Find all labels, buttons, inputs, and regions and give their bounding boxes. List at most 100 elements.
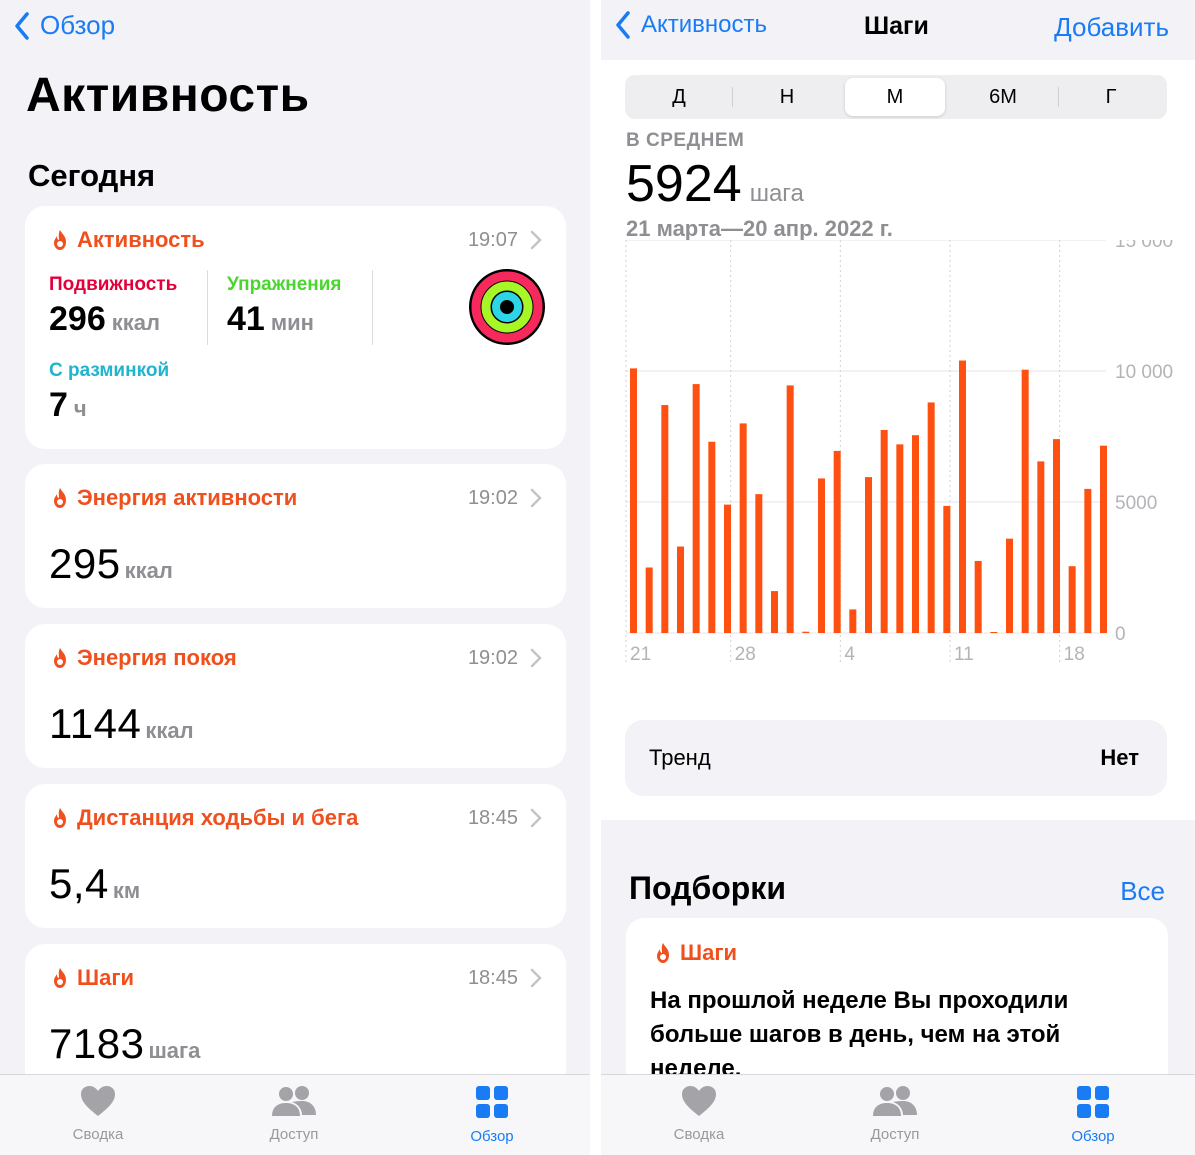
tab-sharing[interactable]: Доступ	[234, 1085, 354, 1143]
show-all-link[interactable]: Все	[1120, 876, 1165, 907]
bar	[724, 504, 731, 633]
average-number: 5924	[626, 155, 742, 213]
activity-card[interactable]: Активность 19:07 Подвижность 296 ккал Упр…	[25, 206, 566, 449]
y-tick-label: 10 000	[1115, 362, 1173, 383]
bar	[1100, 445, 1107, 633]
bar	[708, 441, 716, 633]
chevron-right-icon	[530, 968, 542, 988]
chart-panel: Д Н М 6М Г В СРЕДНЕМ 5924 шага 21 марта—2…	[601, 60, 1195, 820]
active-energy-card[interactable]: Энергия активности 19:02 295 ккал	[25, 464, 566, 608]
highlight-header: Шаги	[654, 940, 737, 966]
highlight-title: Шаги	[680, 940, 738, 965]
bar	[927, 402, 935, 633]
card-value: 5,4 км	[49, 860, 140, 908]
trend-row[interactable]: Тренд Нет	[625, 720, 1167, 796]
highlights-title: Подборки	[629, 870, 786, 906]
bar	[818, 478, 825, 633]
tab-summary[interactable]: Сводка	[38, 1085, 158, 1143]
card-header: Дистанция ходьбы и бега 18:45	[51, 804, 542, 832]
bar	[692, 384, 700, 633]
bar	[661, 405, 669, 633]
distance-card[interactable]: Дистанция ходьбы и бега 18:45 5,4 км	[25, 784, 566, 928]
bar	[1021, 369, 1029, 633]
date-range: 21 марта—20 апр. 2022 г.	[626, 216, 893, 241]
bar	[865, 477, 872, 633]
stand-unit: ч	[73, 396, 87, 421]
heart-icon	[682, 1086, 716, 1116]
segment-day[interactable]: Д	[629, 78, 729, 116]
back-button[interactable]: Активность	[615, 11, 767, 39]
tab-label: Обзор	[1071, 1128, 1115, 1145]
steps-card[interactable]: Шаги 18:45 7183 шага	[25, 944, 566, 1094]
bar	[645, 567, 653, 633]
bar	[802, 631, 810, 633]
tab-bar: Сводка Доступ Обзор	[0, 1074, 590, 1155]
tab-label: Доступ	[269, 1126, 319, 1143]
move-value: 296	[49, 300, 106, 338]
steps-bar-chart[interactable]: 15 000 10 000 5000 0 21 28 4 11 18	[601, 240, 1195, 680]
tab-browse[interactable]: Обзор	[1033, 1085, 1153, 1145]
card-time: 19:02	[467, 486, 518, 509]
segment-month[interactable]: М	[845, 78, 945, 116]
value-number: 1144	[49, 700, 142, 747]
back-label: Активность	[641, 11, 768, 38]
bar	[943, 505, 951, 633]
flame-icon	[54, 968, 66, 988]
trend-label: Тренд	[649, 745, 711, 770]
flame-icon	[54, 488, 66, 508]
card-header: Шаги 18:45	[51, 964, 542, 992]
x-tick-label: 11	[954, 644, 974, 665]
card-time: 18:45	[467, 966, 518, 989]
card-title: Активность	[77, 227, 205, 252]
x-tick-label: 21	[630, 644, 651, 665]
card-time: 19:07	[467, 228, 518, 251]
nav-title: Шаги	[864, 12, 929, 40]
bar	[755, 494, 763, 633]
page-title: Активность	[26, 69, 310, 122]
people-icon	[873, 1086, 917, 1116]
tab-sharing[interactable]: Доступ	[835, 1085, 955, 1143]
back-label: Обзор	[40, 10, 116, 40]
x-tick-label: 28	[735, 644, 756, 665]
segment-year[interactable]: Г	[1061, 78, 1161, 116]
tab-summary[interactable]: Сводка	[639, 1085, 759, 1143]
tab-browse[interactable]: Обзор	[432, 1085, 552, 1145]
add-button[interactable]: Добавить	[1054, 12, 1169, 43]
bar	[912, 435, 919, 633]
value-unit: ккал	[145, 718, 194, 743]
grid-icon	[476, 1086, 508, 1118]
value-unit: ккал	[124, 558, 173, 583]
stand-value: 7	[49, 386, 68, 424]
segment-week[interactable]: Н	[737, 78, 837, 116]
value-unit: км	[112, 878, 141, 903]
flame-icon	[54, 230, 66, 250]
back-button[interactable]: Обзор	[14, 10, 115, 41]
card-value: 7183 шага	[49, 1020, 200, 1068]
highlight-text: На прошлой неделе Вы проходили больше ша…	[650, 987, 1069, 1082]
bar	[990, 632, 998, 633]
average-unit: шага	[749, 180, 804, 207]
chevron-right-icon	[530, 648, 542, 668]
activity-rings-icon	[469, 269, 545, 345]
people-icon	[272, 1086, 316, 1116]
section-title: Сегодня	[28, 158, 156, 193]
average-value: 5924 шага	[626, 154, 804, 214]
segment-6-months[interactable]: 6М	[953, 78, 1053, 116]
x-tick-label: 18	[1064, 644, 1085, 665]
flame-icon	[54, 808, 66, 828]
y-tick-label: 15 000	[1115, 240, 1173, 252]
resting-energy-card[interactable]: Энергия покоя 19:02 1144 ккал	[25, 624, 566, 768]
divider	[207, 270, 208, 345]
bar	[849, 609, 857, 633]
average-label: В СРЕДНЕМ	[626, 130, 745, 151]
stand-label: С разминкой	[49, 360, 170, 381]
bar	[1037, 461, 1045, 633]
card-header: Энергия активности 19:02	[51, 484, 542, 512]
move-unit: ккал	[111, 310, 160, 335]
y-tick-label: 5000	[1115, 493, 1157, 514]
card-header: Энергия покоя 19:02	[51, 644, 542, 672]
exercise-unit: мин	[270, 310, 314, 335]
x-tick-label: 4	[844, 644, 855, 665]
grid-icon	[1077, 1086, 1109, 1118]
period-selector: Д Н М 6М Г	[625, 75, 1167, 119]
